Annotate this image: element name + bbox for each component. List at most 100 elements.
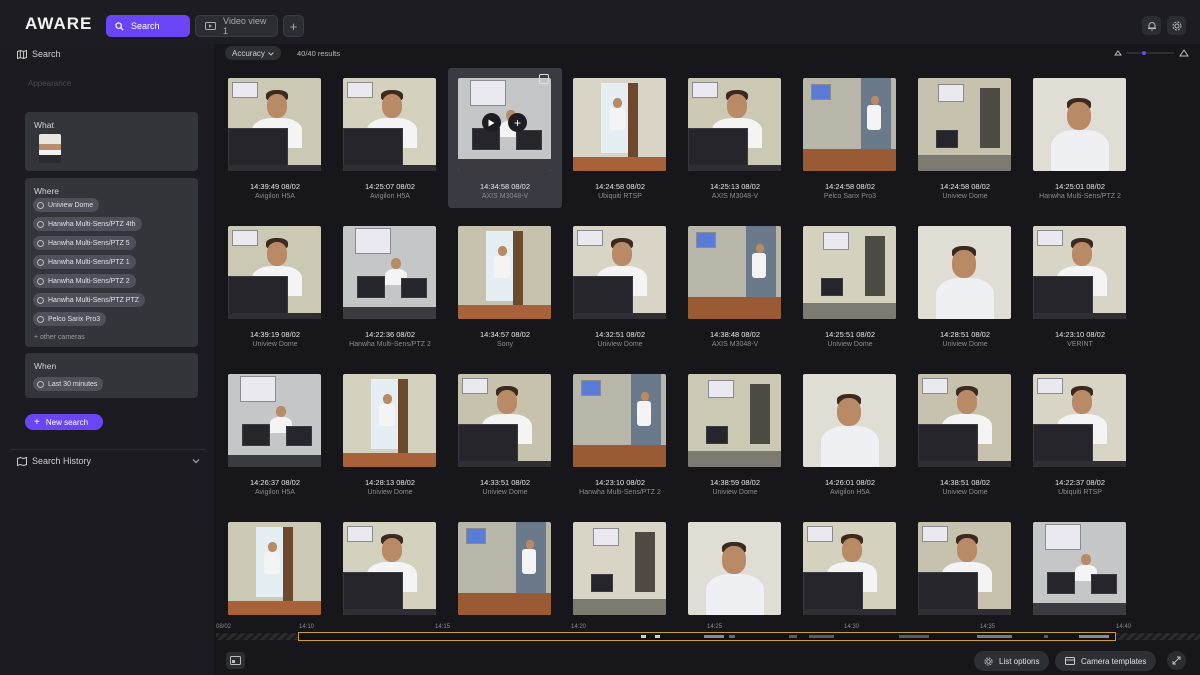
result-thumbnail[interactable] <box>803 374 896 467</box>
result-thumbnail[interactable] <box>918 78 1011 171</box>
result-card[interactable]: +14:34:58 08/02 AXIS M3048-V <box>448 68 562 208</box>
result-card[interactable] <box>218 512 332 626</box>
camera-chip[interactable]: Hanwha Multi-Sens/PTZ 1 <box>33 255 136 269</box>
result-card[interactable]: 14:38:48 08/02 AXIS M3048-V <box>678 216 792 356</box>
result-thumbnail[interactable] <box>803 522 896 615</box>
play-button[interactable] <box>482 113 501 132</box>
result-thumbnail[interactable] <box>803 78 896 171</box>
gear-icon[interactable] <box>1167 16 1186 35</box>
camera-chip[interactable]: Hanwha Multi-Sens/PTZ 5 <box>33 236 136 250</box>
result-thumbnail[interactable] <box>1033 78 1126 171</box>
camera-chip-label: Uniview Dome <box>48 201 94 209</box>
new-search-button[interactable]: + New search <box>25 414 103 430</box>
add-to-view-button[interactable]: + <box>508 113 527 132</box>
result-card[interactable]: 14:28:13 08/02 Uniview Dome <box>333 364 447 504</box>
result-card[interactable]: 14:26:37 08/02 Avigilon H5A <box>218 364 332 504</box>
thumbnail-size-slider[interactable] <box>1114 48 1190 58</box>
result-thumbnail[interactable] <box>688 374 781 467</box>
result-card[interactable]: 14:24:58 08/02 Ubiquiti RTSP <box>563 68 677 208</box>
result-thumbnail[interactable] <box>343 374 436 467</box>
camera-chip[interactable]: Hanwha Multi-Sens/PTZ PTZ <box>33 293 146 307</box>
result-card[interactable] <box>678 512 792 626</box>
result-thumbnail[interactable] <box>573 226 666 319</box>
result-card[interactable] <box>448 512 562 626</box>
result-thumbnail[interactable] <box>228 226 321 319</box>
list-options-button[interactable]: List options <box>974 651 1050 671</box>
what-thumbnail[interactable] <box>39 134 61 163</box>
result-card[interactable]: 14:38:59 08/02 Uniview Dome <box>678 364 792 504</box>
result-thumbnail[interactable] <box>458 226 551 319</box>
time-range-chip[interactable]: Last 30 minutes <box>33 377 104 391</box>
result-card[interactable] <box>333 512 447 626</box>
result-thumbnail[interactable] <box>458 522 551 615</box>
new-search-label: New search <box>45 417 89 427</box>
result-card[interactable]: 14:22:37 08/02 Ubiquiti RTSP <box>1023 364 1137 504</box>
chevron-down-icon[interactable] <box>192 457 200 466</box>
what-panel[interactable]: What <box>25 112 198 171</box>
result-card[interactable] <box>908 512 1022 626</box>
result-card[interactable]: 14:34:57 08/02 Sony <box>448 216 562 356</box>
timeline[interactable]: 08/02 14:10 14:15 14:20 14:25 14:30 14:3… <box>216 624 1200 647</box>
result-thumbnail[interactable] <box>573 374 666 467</box>
result-card[interactable]: 14:38:51 08/02 Uniview Dome <box>908 364 1022 504</box>
result-thumbnail[interactable] <box>458 78 551 171</box>
result-thumbnail[interactable] <box>343 78 436 171</box>
result-card[interactable]: 14:25:07 08/02 Avigilon H5A <box>333 68 447 208</box>
result-card[interactable]: 14:22:36 08/02 Hanwha Multi-Sens/PTZ 2 <box>333 216 447 356</box>
result-card[interactable]: 14:23:10 08/02 Hanwha Multi-Sens/PTZ 2 <box>563 364 677 504</box>
timeline-selection[interactable] <box>298 632 1116 641</box>
result-card[interactable]: 14:28:51 08/02 Uniview Dome <box>908 216 1022 356</box>
result-thumbnail[interactable] <box>1033 374 1126 467</box>
camera-chip[interactable]: Hanwha Multi-Sens/PTZ 2 <box>33 274 136 288</box>
camera-templates-button[interactable]: Camera templates <box>1055 651 1157 671</box>
result-thumbnail[interactable] <box>918 374 1011 467</box>
result-thumbnail[interactable] <box>918 522 1011 615</box>
result-thumbnail[interactable] <box>1033 522 1126 615</box>
result-thumbnail[interactable] <box>688 522 781 615</box>
result-camera-name: Uniview Dome <box>712 489 758 496</box>
result-card[interactable]: 14:25:01 08/02 Hanwha Multi-Sens/PTZ 2 <box>1023 68 1137 208</box>
result-thumbnail[interactable] <box>1033 226 1126 319</box>
result-thumbnail[interactable] <box>343 226 436 319</box>
camera-chip[interactable]: Hanwha Multi-Sens/PTZ 4th <box>33 217 142 231</box>
bell-icon[interactable] <box>1142 16 1161 35</box>
result-thumbnail[interactable] <box>573 78 666 171</box>
camera-chip[interactable]: Pelco Sarix Pro3 <box>33 312 107 326</box>
result-thumbnail[interactable] <box>458 374 551 467</box>
tab-video-view[interactable]: Video view 1 <box>195 15 278 37</box>
other-cameras-link[interactable]: + other cameras <box>34 334 85 341</box>
result-card[interactable]: 14:26:01 08/02 Avigilon H5A <box>793 364 907 504</box>
result-card[interactable]: 14:23:10 08/02 VERINT <box>1023 216 1137 356</box>
result-card[interactable]: 14:39:49 08/02 Avigilon H5A <box>218 68 332 208</box>
result-thumbnail[interactable] <box>343 522 436 615</box>
result-thumbnail[interactable] <box>573 522 666 615</box>
camera-chip[interactable]: Uniview Dome <box>33 198 100 212</box>
camera-icon <box>37 277 44 285</box>
result-thumbnail[interactable] <box>918 226 1011 319</box>
result-thumbnail[interactable] <box>688 78 781 171</box>
result-card[interactable] <box>563 512 677 626</box>
result-thumbnail[interactable] <box>688 226 781 319</box>
result-card[interactable] <box>793 512 907 626</box>
result-thumbnail[interactable] <box>803 226 896 319</box>
expand-icon[interactable] <box>539 74 549 84</box>
result-timestamp: 14:25:51 08/02 <box>824 330 876 339</box>
layout-toggle-icon[interactable] <box>226 652 245 669</box>
result-card[interactable] <box>1023 512 1137 626</box>
result-thumbnail[interactable] <box>228 78 321 171</box>
result-card[interactable]: 14:32:51 08/02 Uniview Dome <box>563 216 677 356</box>
chevron-down-icon <box>268 49 274 58</box>
result-card[interactable]: 14:25:13 08/02 AXIS M3048-V <box>678 68 792 208</box>
tab-search[interactable]: Search <box>106 15 190 37</box>
result-card[interactable]: 14:24:58 08/02 Pelco Sarix Pro3 <box>793 68 907 208</box>
result-card[interactable]: 14:25:51 08/02 Uniview Dome <box>793 216 907 356</box>
expand-icon[interactable] <box>1167 651 1186 670</box>
result-thumbnail[interactable] <box>228 522 321 615</box>
add-tab-button[interactable]: + <box>283 15 304 37</box>
result-card[interactable]: 14:39:19 08/02 Uniview Dome <box>218 216 332 356</box>
search-history-toggle[interactable]: Search History <box>17 456 91 466</box>
sort-dropdown[interactable]: Accuracy <box>225 46 281 60</box>
result-card[interactable]: 14:24:58 08/02 Uniview Dome <box>908 68 1022 208</box>
result-card[interactable]: 14:33:51 08/02 Uniview Dome <box>448 364 562 504</box>
result-thumbnail[interactable] <box>228 374 321 467</box>
